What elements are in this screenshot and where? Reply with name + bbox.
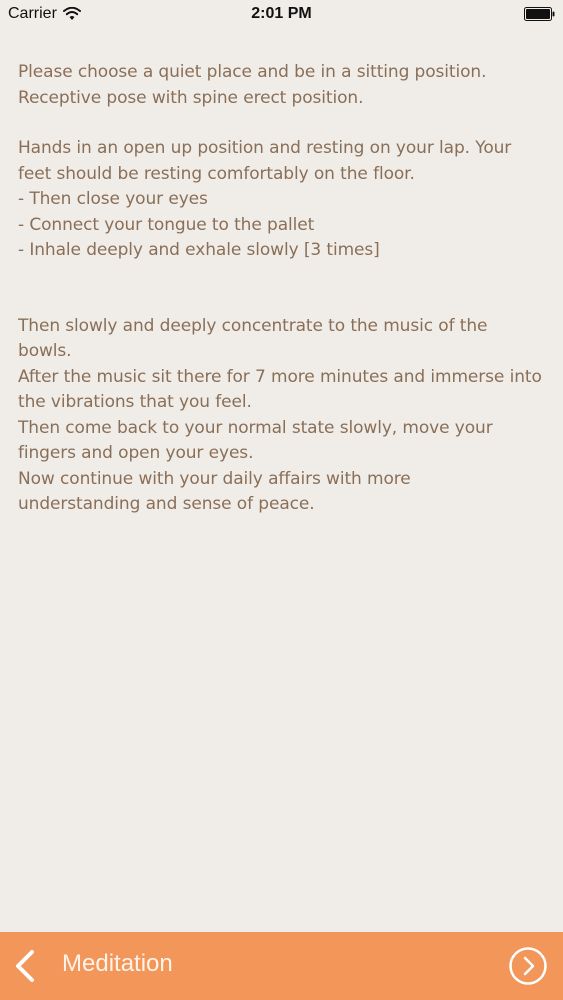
text-line: bowls. — [18, 341, 72, 361]
text-line: Hands in an open up position and resting… — [18, 138, 512, 158]
text-line: Then slowly and deeply concentrate to th… — [18, 315, 488, 336]
back-button[interactable] — [10, 948, 40, 984]
chevron-right-circle-icon — [509, 947, 547, 985]
text-line: Then come back to your normal state slow… — [18, 417, 493, 438]
instructions-text: Please choose a quiet place and be in a … — [18, 60, 548, 518]
text-line: understanding and sense of peace. — [18, 494, 315, 514]
text-line: Receptive pose with spine erect position… — [18, 87, 364, 108]
battery-icon — [524, 7, 555, 21]
status-bar: Carrier 2:01 PM — [0, 0, 563, 30]
text-line: Please choose a quiet place and be in a … — [18, 62, 487, 82]
text-line: - Inhale deeply and exhale slowly [3 tim… — [18, 240, 380, 260]
text-line: - Connect your tongue to the pallet — [18, 214, 315, 235]
text-line: the vibrations that you feel. — [18, 392, 252, 412]
text-line: After the music sit there for 7 more min… — [18, 366, 542, 387]
status-time: 2:01 PM — [251, 5, 312, 22]
bottom-bar: Meditation — [0, 932, 563, 1000]
text-line: feet should be resting comfortably on th… — [18, 163, 415, 184]
text-line: Now continue with your daily affairs wit… — [18, 468, 411, 489]
screen-title: Meditation — [62, 950, 173, 977]
text-line: - Then close your eyes — [18, 189, 208, 209]
text-line: fingers and open your eyes. — [18, 443, 254, 463]
chevron-left-icon — [16, 950, 34, 982]
next-button[interactable] — [508, 946, 548, 986]
